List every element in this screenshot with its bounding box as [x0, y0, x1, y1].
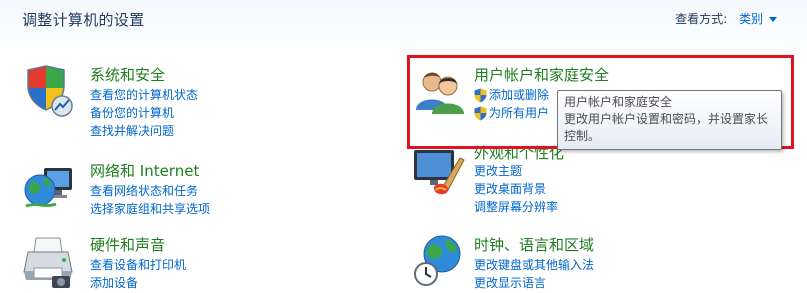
link-find-fix-problems[interactable]: 查找并解决问题: [90, 122, 198, 140]
globe-clock-icon[interactable]: [412, 232, 468, 288]
category-hardware-sound: 硬件和声音 查看设备和打印机 添加设备: [20, 232, 380, 292]
uac-shield-icon: [474, 106, 487, 120]
link-adjust-resolution[interactable]: 调整屏幕分辨率: [474, 198, 558, 216]
link-all-users-label[interactable]: 为所有用户: [489, 104, 549, 122]
category-links: 添加或删除 为所有用户: [474, 86, 549, 122]
users-icon[interactable]: [412, 64, 468, 120]
category-title-network-internet[interactable]: 网络和 Internet: [90, 160, 199, 181]
category-title-clock-region[interactable]: 时钟、语言和区域: [474, 234, 594, 255]
link-change-display-language[interactable]: 更改显示语言: [474, 274, 594, 292]
link-all-users[interactable]: 为所有用户: [474, 104, 549, 122]
category-system-security: 系统和安全 查看您的计算机状态 备份您的计算机 查找并解决问题: [20, 62, 380, 152]
link-homegroup-sharing[interactable]: 选择家庭组和共享选项: [90, 200, 210, 218]
shield-chart-icon[interactable]: [22, 64, 78, 120]
tooltip-title: 用户帐户和家庭安全: [564, 95, 673, 109]
page-title: 调整计算机的设置: [22, 11, 145, 29]
category-appearance: 外观和个性化 更改主题 更改桌面背景 调整屏幕分辨率: [410, 140, 790, 225]
category-title-user-accounts[interactable]: 用户帐户和家庭安全: [474, 64, 609, 85]
tooltip-description: 更改用户帐户设置和密码，并设置家长控制。: [564, 112, 769, 143]
category-network-internet: 网络和 Internet 查看网络状态和任务 选择家庭组和共享选项: [20, 158, 380, 228]
monitor-paint-icon[interactable]: [412, 144, 468, 200]
category-links: 更改键盘或其他输入法 更改显示语言: [474, 256, 594, 292]
view-by: 查看方式: 类别: [675, 10, 777, 27]
link-view-computer-status[interactable]: 查看您的计算机状态: [90, 86, 198, 104]
category-links: 查看您的计算机状态 备份您的计算机 查找并解决问题: [90, 86, 198, 140]
category-title-hardware-sound[interactable]: 硬件和声音: [90, 234, 165, 255]
category-links: 查看设备和打印机 添加设备: [90, 256, 186, 292]
globe-computer-icon[interactable]: [22, 160, 78, 216]
link-view-network-status[interactable]: 查看网络状态和任务: [90, 182, 210, 200]
chevron-down-icon[interactable]: [769, 17, 777, 22]
link-change-desktop-background[interactable]: 更改桌面背景: [474, 180, 558, 198]
category-links: 更改主题 更改桌面背景 调整屏幕分辨率: [474, 162, 558, 216]
category-title-appearance[interactable]: 外观和个性化: [474, 142, 564, 163]
tooltip: 用户帐户和家庭安全 更改用户帐户设置和密码，并设置家长控制。: [557, 90, 782, 150]
view-by-value[interactable]: 类别: [739, 12, 763, 26]
uac-shield-icon: [474, 88, 487, 102]
link-change-theme[interactable]: 更改主题: [474, 162, 558, 180]
link-add-remove-accounts-label[interactable]: 添加或删除: [489, 86, 549, 104]
link-add-remove-accounts[interactable]: 添加或删除: [474, 86, 549, 104]
link-backup-computer[interactable]: 备份您的计算机: [90, 104, 198, 122]
printer-icon[interactable]: [22, 232, 78, 288]
link-change-keyboard[interactable]: 更改键盘或其他输入法: [474, 256, 594, 274]
link-devices-printers[interactable]: 查看设备和打印机: [90, 256, 186, 274]
category-clock-region: 时钟、语言和区域 更改键盘或其他输入法 更改显示语言: [410, 232, 790, 292]
category-links: 查看网络状态和任务 选择家庭组和共享选项: [90, 182, 210, 218]
view-by-label: 查看方式:: [675, 12, 728, 26]
link-add-device[interactable]: 添加设备: [90, 274, 186, 292]
category-title-system-security[interactable]: 系统和安全: [90, 64, 165, 85]
view-by-dropdown[interactable]: 类别: [739, 12, 777, 26]
